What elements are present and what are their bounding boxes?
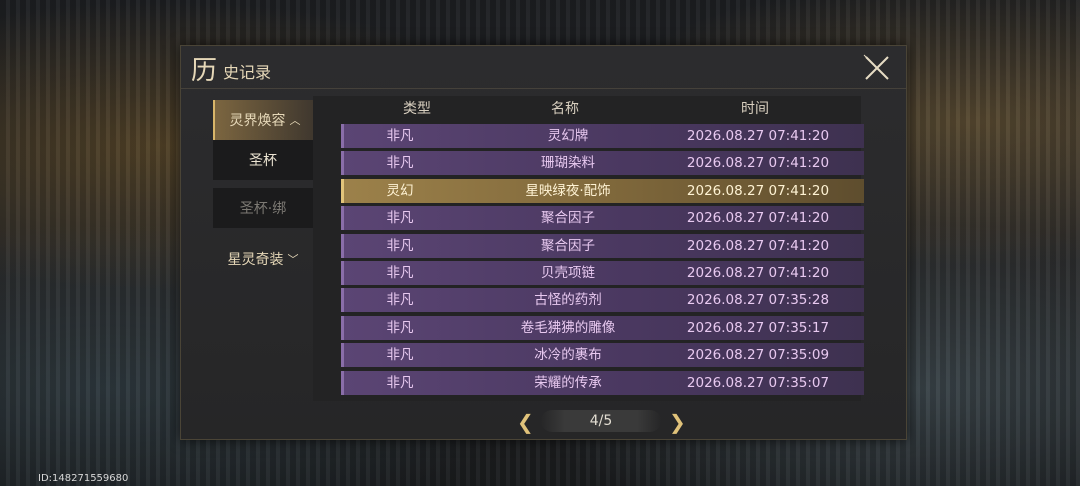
dialog-title-bar: 历 史记录 bbox=[181, 46, 906, 89]
cell-name: 卷毛狒狒的雕像 bbox=[520, 319, 616, 336]
cell-name: 珊瑚染料 bbox=[541, 155, 595, 172]
chevron-left-icon[interactable]: ❮ bbox=[517, 410, 534, 434]
cell-time: 2026.08.27 07:41:20 bbox=[686, 237, 830, 254]
cell-name: 灵幻牌 bbox=[547, 128, 589, 144]
cell-type: 非凡 bbox=[386, 128, 414, 144]
sidebar-category-lingjie[interactable]: 灵界焕容 ︿ bbox=[213, 100, 315, 140]
sidebar-item-label: 圣杯 bbox=[249, 153, 277, 169]
chevron-down-icon: ﹀ bbox=[287, 253, 299, 266]
close-x-icon bbox=[863, 54, 889, 80]
sidebar-item-shengbei-bound[interactable]: 圣杯·绑 bbox=[213, 188, 313, 228]
history-dialog: 历 史记录 灵界焕容 ︿ 圣杯 圣杯·绑 星灵奇装 ﹀ 类型 名称 时间 非凡灵… bbox=[180, 45, 907, 440]
cell-time: 2026.08.27 07:41:20 bbox=[686, 210, 830, 227]
cell-type: 非凡 bbox=[386, 347, 414, 364]
table-row[interactable]: 非凡 古怪的药剂 2026.08.27 07:35:28 bbox=[341, 288, 864, 313]
sidebar-category-label: 灵界焕容 bbox=[229, 113, 286, 129]
dialog-title: 史记录 bbox=[223, 63, 272, 82]
cell-type: 灵幻 bbox=[386, 182, 414, 199]
cell-type: 非凡 bbox=[386, 319, 414, 336]
user-id-label: ID:148271559680 bbox=[38, 473, 129, 484]
cell-time: 2026.08.27 07:41:20 bbox=[686, 155, 830, 172]
table-row[interactable]: 非凡 聚合因子 2026.08.27 07:41:20 bbox=[341, 233, 864, 258]
table-row[interactable]: 非凡 聚合因子 2026.08.27 07:41:20 bbox=[341, 206, 864, 231]
table-row[interactable]: 非凡 贝壳项链 2026.08.27 07:41:20 bbox=[341, 261, 864, 285]
sidebar-category-xingling[interactable]: 星灵奇装 ﹀ bbox=[213, 239, 313, 279]
cell-type: 非凡 bbox=[386, 210, 414, 227]
category-sidebar: 灵界焕容 ︿ 圣杯 圣杯·绑 星灵奇装 ﹀ bbox=[213, 98, 315, 428]
cell-type: 非凡 bbox=[386, 374, 414, 391]
cell-name: 荣耀的传承 bbox=[534, 374, 602, 391]
cell-time: 2026.08.27 07:35:17 bbox=[686, 319, 830, 336]
table-row[interactable]: 非凡 珊瑚染料 2026.08.27 07:41:20 bbox=[341, 151, 864, 176]
column-header-name: 名称 bbox=[551, 101, 579, 117]
sidebar-category-label: 星灵奇装 bbox=[227, 252, 284, 268]
table-row[interactable]: 非凡 卷毛狒狒的雕像 2026.08.27 07:35:17 bbox=[341, 315, 864, 340]
cell-name: 聚合因子 bbox=[541, 210, 595, 227]
cell-name: 星映绿夜·配饰 bbox=[525, 182, 611, 199]
chevron-right-icon[interactable]: ❯ bbox=[669, 410, 686, 434]
cell-type: 非凡 bbox=[386, 292, 414, 309]
cell-type: 非凡 bbox=[386, 155, 414, 172]
dialog-title-initial: 历 bbox=[191, 56, 218, 86]
table-row[interactable]: 非凡 荣耀的传承 2026.08.27 07:35:07 bbox=[341, 370, 864, 395]
cell-type: 非凡 bbox=[386, 265, 414, 281]
table-row[interactable]: 非凡 灵幻牌 2026.08.27 07:41:20 bbox=[341, 124, 864, 148]
cell-time: 2026.08.27 07:41:20 bbox=[686, 182, 830, 199]
column-header-time: 时间 bbox=[741, 101, 769, 117]
cell-time: 2026.08.27 07:35:09 bbox=[686, 347, 830, 364]
chevron-up-icon: ︿ bbox=[289, 114, 301, 127]
cell-name: 聚合因子 bbox=[541, 237, 595, 254]
cell-time: 2026.08.27 07:41:20 bbox=[686, 265, 830, 281]
table-row[interactable]: 灵幻 星映绿夜·配饰 2026.08.27 07:41:20 bbox=[341, 178, 864, 203]
cell-name: 古怪的药剂 bbox=[534, 292, 602, 309]
close-button[interactable] bbox=[861, 52, 893, 84]
sidebar-item-label: 圣杯·绑 bbox=[239, 201, 287, 217]
cell-time: 2026.08.27 07:41:20 bbox=[686, 128, 830, 144]
sidebar-item-shengbei[interactable]: 圣杯 bbox=[213, 140, 313, 180]
cell-time: 2026.08.27 07:35:28 bbox=[686, 292, 830, 309]
cell-name: 贝壳项链 bbox=[541, 265, 595, 281]
cell-name: 冰冷的裹布 bbox=[534, 347, 602, 364]
cell-type: 非凡 bbox=[386, 237, 414, 254]
page-indicator: 4/5 bbox=[541, 410, 661, 432]
table-row[interactable]: 非凡 冰冷的裹布 2026.08.27 07:35:09 bbox=[341, 343, 864, 368]
pagination: ❮ 4/5 ❯ bbox=[181, 406, 906, 436]
column-header-type: 类型 bbox=[403, 101, 431, 117]
cell-time: 2026.08.27 07:35:07 bbox=[686, 374, 830, 391]
